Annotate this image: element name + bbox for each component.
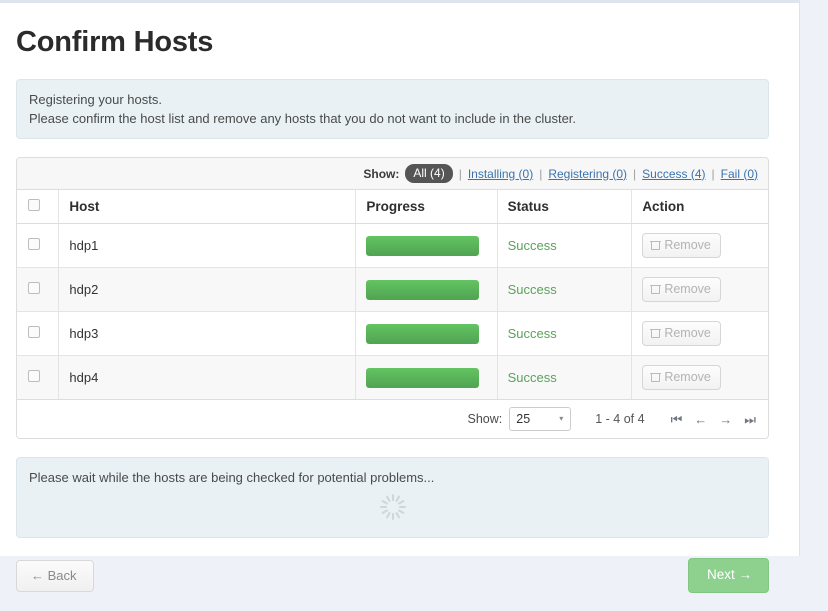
trash-icon — [650, 372, 662, 382]
trash-icon — [650, 240, 662, 250]
status-cell: Success — [497, 223, 633, 268]
table-row: hdp3 Success Remove — [17, 311, 768, 356]
pagination-nav: ⏮ ← → ⏭ — [671, 413, 756, 426]
hosts-table-head: Host Progress Status Action — [17, 190, 768, 224]
info-alert: Registering your hosts. Please confirm t… — [16, 79, 769, 139]
remove-button-label: Remove — [664, 326, 711, 340]
row-select-cell — [17, 355, 60, 399]
trash-icon — [650, 284, 662, 294]
status-filter-bar: Show: All (4) | Installing (0) | Registe… — [17, 158, 768, 190]
hosts-table: Host Progress Status Action hdp1 Success… — [17, 190, 768, 399]
filter-fail[interactable]: Fail (0) — [721, 167, 758, 181]
action-cell: Remove — [631, 267, 768, 312]
column-header-progress[interactable]: Progress — [355, 190, 498, 224]
status-cell: Success — [497, 311, 633, 356]
prev-page-icon[interactable]: ← — [694, 413, 707, 426]
host-name-cell: hdp3 — [58, 311, 357, 356]
progress-bar-track — [366, 323, 480, 344]
spinner-wrapper — [29, 493, 756, 521]
filter-installing[interactable]: Installing (0) — [468, 167, 533, 181]
row-checkbox[interactable] — [28, 370, 40, 382]
host-name-cell: hdp4 — [58, 355, 357, 399]
row-checkbox[interactable] — [28, 238, 40, 250]
progress-bar-fill — [366, 279, 480, 300]
remove-button[interactable]: Remove — [642, 321, 721, 346]
remove-button-label: Remove — [664, 370, 711, 384]
chevron-down-icon: ▾ — [559, 414, 564, 423]
pagination-bar: Show: 25 ▾ 1 - 4 of 4 ⏮ ← → ⏭ — [17, 399, 768, 438]
host-name-cell: hdp2 — [58, 267, 357, 312]
progress-bar-track — [366, 235, 480, 256]
progress-cell — [355, 311, 498, 356]
status-text: Success — [507, 282, 557, 297]
filter-separator-3: | — [633, 166, 637, 181]
remove-button[interactable]: Remove — [642, 277, 721, 302]
table-row: hdp1 Success Remove — [17, 223, 768, 268]
row-select-cell — [17, 223, 60, 268]
select-all-checkbox[interactable] — [28, 199, 40, 211]
progress-bar-fill — [366, 323, 480, 344]
status-text: Success — [507, 326, 557, 341]
remove-button[interactable]: Remove — [642, 365, 721, 390]
column-header-host[interactable]: Host — [58, 190, 357, 224]
page-size-value: 25 — [516, 412, 531, 426]
progress-bar-fill — [366, 367, 480, 388]
status-cell: Success — [497, 267, 633, 312]
wait-message-text: Please wait while the hosts are being ch… — [29, 470, 435, 485]
app-root: Confirm Hosts Registering your hosts. Pl… — [0, 0, 828, 593]
row-select-cell — [17, 311, 60, 356]
host-name-cell: hdp1 — [58, 223, 357, 268]
pagination-range: 1 - 4 of 4 — [595, 412, 645, 426]
table-row: hdp2 Success Remove — [17, 267, 768, 312]
pagination-show-label: Show: — [467, 412, 503, 426]
progress-bar-track — [366, 367, 480, 388]
hosts-table-body: hdp1 Success Remove hdp2 Success Remove … — [17, 223, 768, 399]
filter-registering[interactable]: Registering (0) — [548, 167, 627, 181]
status-cell: Success — [497, 355, 633, 399]
content-panel: Confirm Hosts Registering your hosts. Pl… — [0, 3, 800, 593]
info-alert-line-1: Registering your hosts. — [29, 92, 162, 107]
page-inner: Confirm Hosts Registering your hosts. Pl… — [0, 3, 799, 611]
action-cell: Remove — [631, 355, 768, 399]
filter-all[interactable]: All (4) — [405, 164, 453, 183]
column-header-select — [17, 190, 60, 224]
last-page-icon[interactable]: ⏭ — [744, 413, 756, 426]
remove-button-label: Remove — [664, 238, 711, 252]
progress-bar-fill — [366, 235, 480, 256]
loading-spinner-icon — [379, 493, 407, 521]
progress-cell — [355, 267, 498, 312]
row-select-cell — [17, 267, 60, 312]
filter-separator-2: | — [539, 166, 543, 181]
table-row: hdp4 Success Remove — [17, 355, 768, 399]
info-alert-line-2: Please confirm the host list and remove … — [29, 111, 577, 126]
column-header-action: Action — [631, 190, 768, 224]
page-title: Confirm Hosts — [16, 26, 214, 58]
back-button[interactable]: ← Back — [16, 559, 94, 592]
remove-button-label: Remove — [664, 282, 711, 296]
filter-separator-1: | — [458, 166, 462, 181]
filter-show-label: Show: — [363, 166, 400, 181]
wait-message-box: Please wait while the hosts are being ch… — [16, 457, 769, 538]
footer-actions: ← Back Next → — [16, 558, 769, 611]
status-text: Success — [507, 238, 557, 253]
next-page-icon[interactable]: → — [719, 413, 732, 426]
trash-icon — [650, 328, 662, 338]
filter-separator-4: | — [711, 166, 715, 181]
progress-bar-track — [366, 279, 480, 300]
first-page-icon[interactable]: ⏮ — [671, 413, 683, 426]
action-cell: Remove — [631, 311, 768, 356]
progress-cell — [355, 355, 498, 399]
table-header-row: Host Progress Status Action — [17, 190, 768, 224]
page-size-select[interactable]: 25 ▾ — [509, 407, 572, 431]
row-checkbox[interactable] — [28, 282, 40, 294]
row-checkbox[interactable] — [28, 326, 40, 338]
column-header-status[interactable]: Status — [497, 190, 633, 224]
hosts-table-panel: Show: All (4) | Installing (0) | Registe… — [16, 157, 769, 439]
next-button[interactable]: Next → — [687, 558, 769, 593]
progress-cell — [355, 223, 498, 268]
remove-button[interactable]: Remove — [642, 233, 721, 258]
action-cell: Remove — [631, 223, 768, 268]
status-text: Success — [507, 370, 557, 385]
filter-success[interactable]: Success (4) — [642, 167, 705, 181]
